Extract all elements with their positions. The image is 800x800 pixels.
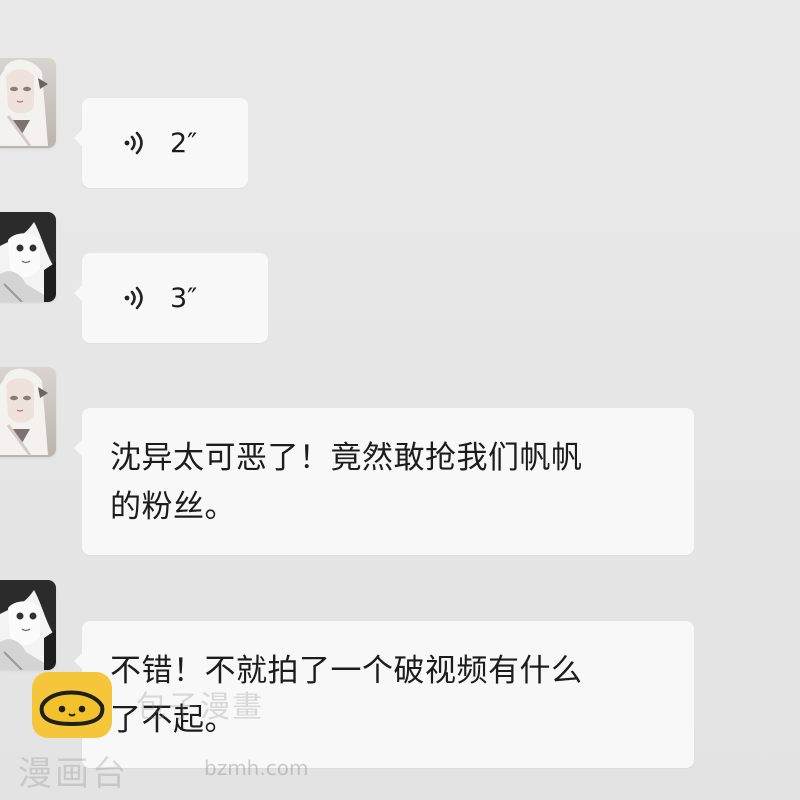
voice-duration: 2″	[170, 127, 198, 159]
avatar[interactable]	[0, 212, 56, 302]
text-message-bubble[interactable]: 沈异太可恶了！竟然敢抢我们帆帆 的粉丝。	[74, 408, 694, 555]
voice-wave-icon	[120, 128, 150, 158]
avatar[interactable]	[0, 367, 56, 457]
avatar-silver-hair-icon	[0, 367, 56, 457]
avatar-dark-hair-icon	[0, 212, 56, 302]
voice-wave-icon	[120, 283, 150, 313]
message-line: 了不起。	[110, 702, 236, 738]
voice-message-bubble[interactable]: 3″	[74, 253, 268, 343]
voice-duration: 3″	[170, 282, 198, 314]
avatar-silver-hair-icon	[0, 58, 56, 148]
avatar[interactable]	[0, 580, 56, 670]
message-line: 沈异太可恶了！竟然敢抢我们帆帆	[110, 440, 583, 476]
message-line: 的粉丝。	[110, 489, 236, 525]
message-line: 不错！不就拍了一个破视频有什么	[110, 653, 583, 689]
chat-screen: 2″ 3″ 沈异太可恶了！竟然敢抢我们帆帆 的粉丝。 不错！不就拍了一个破视频有…	[0, 0, 800, 800]
avatar[interactable]	[0, 58, 56, 148]
text-message-bubble[interactable]: 不错！不就拍了一个破视频有什么 了不起。	[74, 621, 694, 768]
voice-message-bubble[interactable]: 2″	[74, 98, 248, 188]
avatar-dark-hair-icon	[0, 580, 56, 670]
